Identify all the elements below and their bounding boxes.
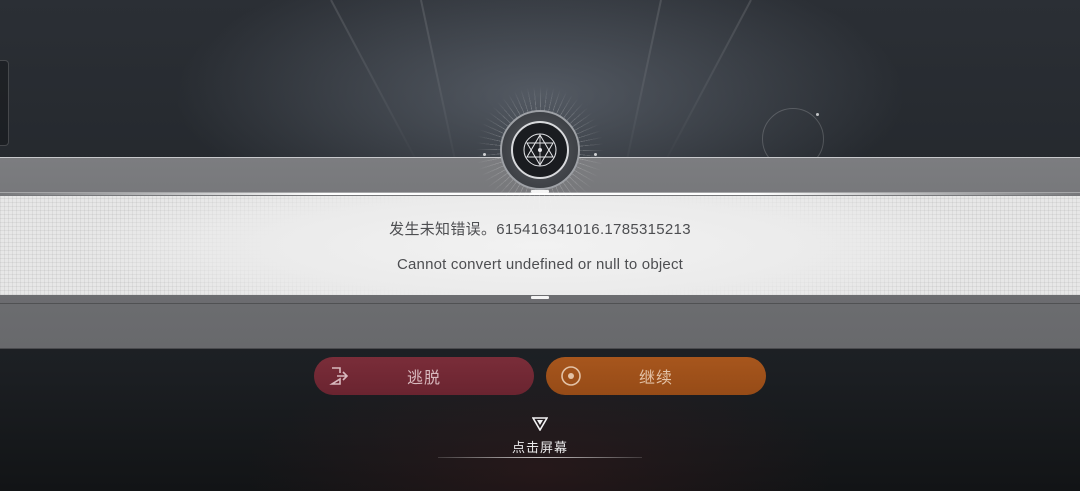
card-notch-bottom <box>531 296 549 299</box>
target-circle-icon <box>561 366 581 386</box>
emblem-side-dot <box>594 153 597 156</box>
emblem-side-dot <box>483 153 486 156</box>
error-title: 发生未知错误。615416341016.1785315213 <box>389 221 691 238</box>
continue-button[interactable]: 继续 <box>546 357 766 395</box>
escape-button-label: 逃脱 <box>406 370 441 387</box>
tap-underline <box>438 457 642 458</box>
continue-button-label: 继续 <box>638 370 673 387</box>
dialog-emblem <box>475 85 605 215</box>
down-triangle-icon <box>532 417 548 431</box>
exit-door-icon <box>329 367 349 385</box>
error-message: Cannot convert undefined or null to obje… <box>396 256 684 273</box>
dialog-divider-bottom <box>0 303 1080 304</box>
tap-screen-label: 点击屏幕 <box>511 440 568 455</box>
escape-button[interactable]: 逃脱 <box>314 357 534 395</box>
tap-screen-hint[interactable]: 点击屏幕 <box>438 417 642 459</box>
decorative-dot <box>816 113 819 116</box>
constellation-emblem-icon <box>511 121 569 179</box>
side-edge-tab <box>0 60 9 146</box>
